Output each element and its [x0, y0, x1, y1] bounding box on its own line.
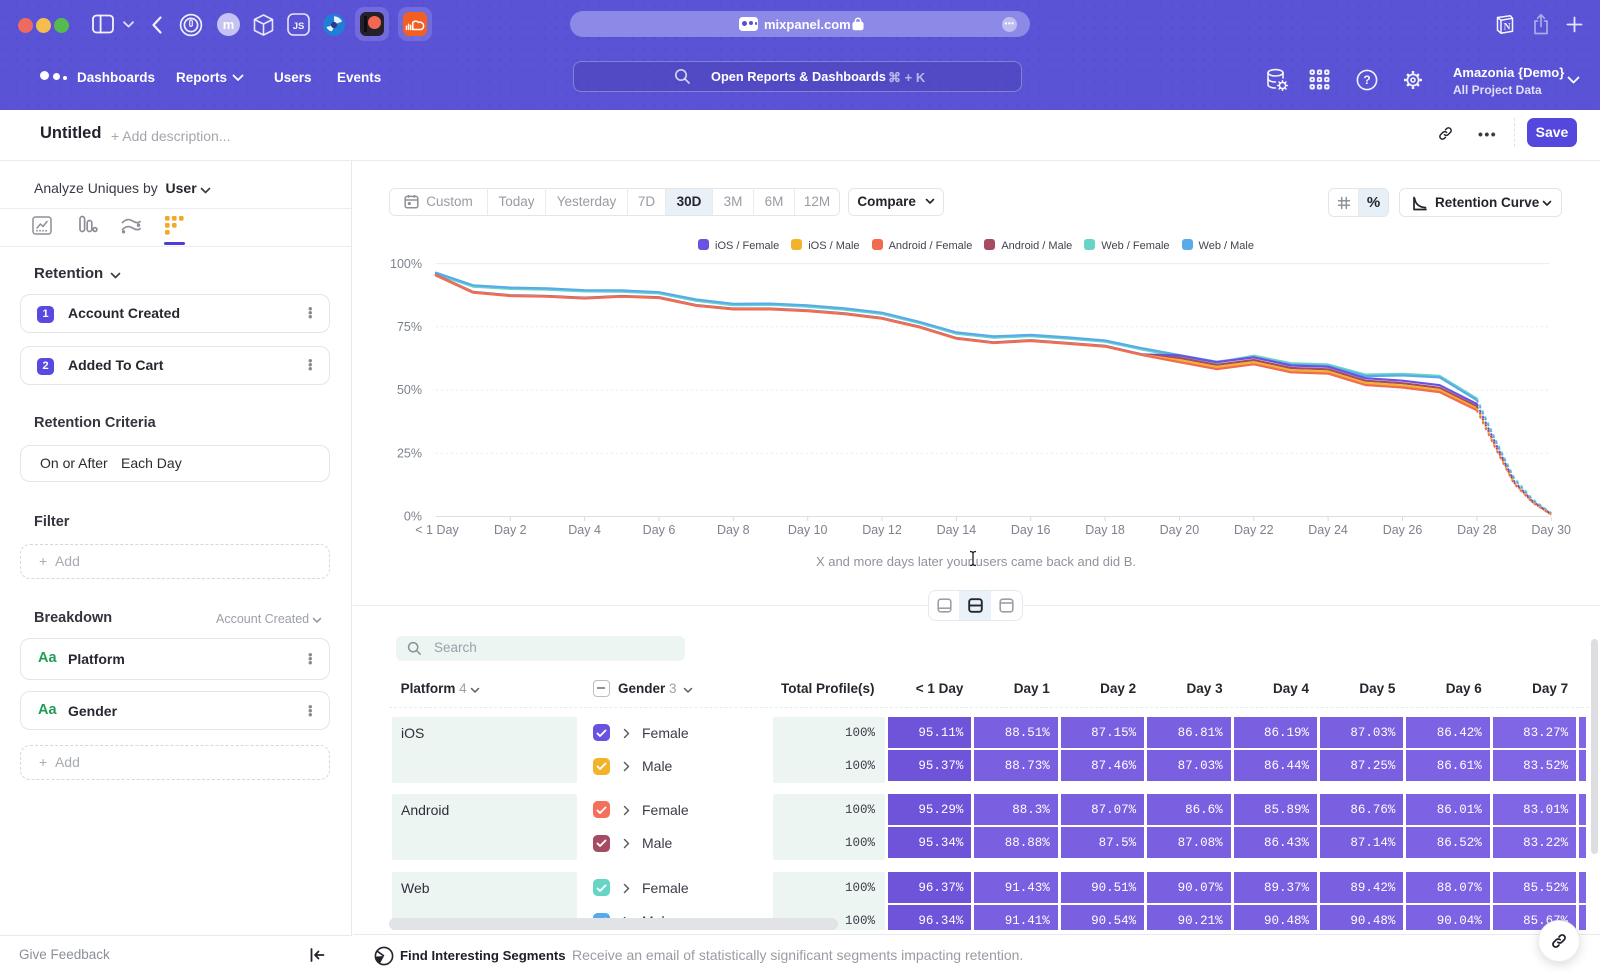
svg-text:Day 26: Day 26 [1383, 523, 1423, 537]
svg-text:Day 16: Day 16 [1011, 523, 1051, 537]
svg-text:< 1 Day: < 1 Day [415, 523, 459, 537]
svg-text:Day 14: Day 14 [937, 523, 977, 537]
svg-text:50%: 50% [397, 383, 422, 397]
svg-text:Day 6: Day 6 [643, 523, 676, 537]
svg-text:Day 22: Day 22 [1234, 523, 1274, 537]
svg-text:Day 4: Day 4 [568, 523, 601, 537]
svg-text:?: ? [1363, 73, 1370, 87]
svg-text:N: N [1504, 22, 1511, 32]
svg-text:JS: JS [293, 21, 305, 32]
svg-text:Day 2: Day 2 [494, 523, 527, 537]
svg-text:75%: 75% [397, 320, 422, 334]
svg-text:100%: 100% [390, 257, 422, 271]
svg-text:25%: 25% [397, 447, 422, 461]
svg-text:Day 12: Day 12 [862, 523, 902, 537]
svg-text:Day 18: Day 18 [1085, 523, 1125, 537]
svg-text:Day 20: Day 20 [1160, 523, 1200, 537]
svg-text:0%: 0% [404, 510, 422, 524]
svg-text:Day 28: Day 28 [1457, 523, 1497, 537]
svg-text:Day 10: Day 10 [788, 523, 828, 537]
svg-text:Day 8: Day 8 [717, 523, 750, 537]
svg-text:Day 30: Day 30 [1531, 523, 1571, 537]
svg-text:Day 24: Day 24 [1308, 523, 1348, 537]
